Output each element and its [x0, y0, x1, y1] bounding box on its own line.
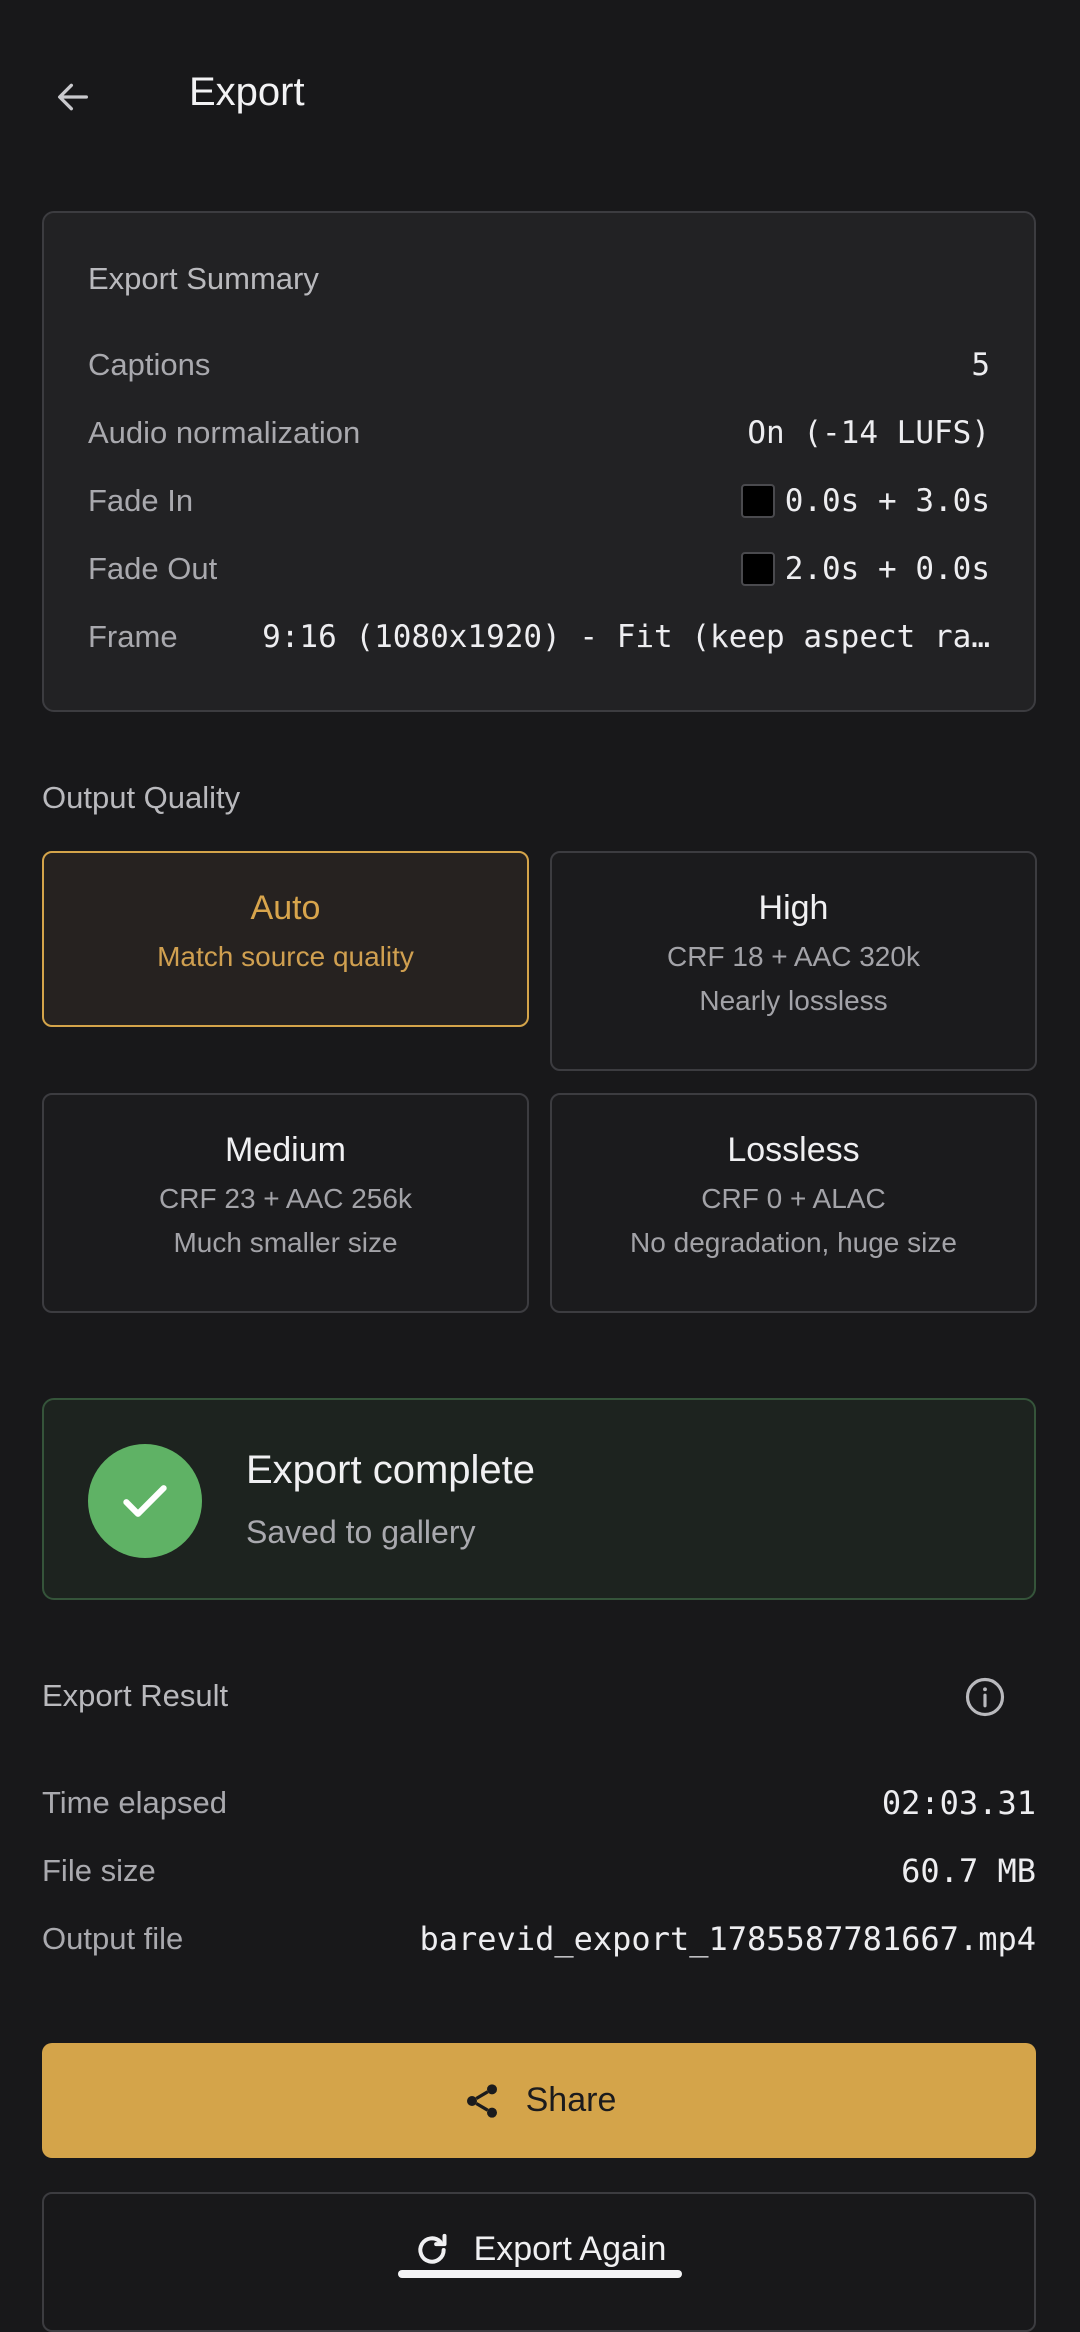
info-icon [965, 1677, 1005, 1717]
summary-label: Frame [88, 619, 178, 654]
quality-option-note: No degradation, huge size [630, 1227, 957, 1258]
summary-label: Audio normalization [88, 415, 361, 450]
quality-option-note: Much smaller size [173, 1227, 398, 1258]
result-label: Output file [42, 1921, 184, 1956]
check-icon [123, 1485, 167, 1517]
top-app-bar: Export [0, 0, 1080, 190]
export-summary-card: Export Summary Captions 5 Audio normaliz… [42, 211, 1036, 712]
summary-value: 2.0s + 0.0s [784, 551, 990, 587]
output-quality-label: Output Quality [42, 780, 241, 815]
result-label: File size [42, 1853, 156, 1888]
result-value: 60.7 MB [901, 1852, 1036, 1890]
arrow-left-icon [58, 83, 89, 111]
export-result-heading: Export Result [42, 1678, 229, 1713]
summary-label: Captions [88, 347, 211, 382]
fade-color-swatch [740, 484, 775, 518]
quality-option-detail: CRF 18 + AAC 320k [667, 941, 920, 972]
summary-value: On (-14 LUFS) [747, 415, 990, 451]
status-subtitle: Saved to gallery [246, 1514, 476, 1550]
summary-value: 0.0s + 3.0s [784, 483, 990, 519]
result-row-file-size: File size 60.7 MB [42, 1846, 1036, 1896]
quality-option-detail: CRF 0 + ALAC [701, 1183, 886, 1214]
summary-row-fade-in: Fade In 0.0s + 3.0s [88, 476, 990, 526]
result-row-output-file: Output file barevid_export_1785587781667… [42, 1914, 1036, 1964]
export-again-label: Export Again [473, 2230, 667, 2268]
quality-option-detail: Match source quality [157, 941, 414, 972]
info-button[interactable] [962, 1674, 1008, 1720]
quality-option-high[interactable]: High CRF 18 + AAC 320k Nearly lossless [550, 851, 1037, 1071]
summary-label: Fade Out [88, 551, 218, 586]
result-value: 02:03.31 [881, 1784, 1036, 1822]
quality-option-note: Nearly lossless [699, 985, 888, 1016]
quality-option-title: High [758, 889, 829, 927]
summary-value: 5 [971, 347, 990, 383]
home-indicator[interactable] [398, 2270, 682, 2278]
fade-color-swatch [740, 552, 775, 586]
page-title: Export [189, 70, 305, 114]
summary-row-audio-normalization: Audio normalization On (-14 LUFS) [88, 408, 990, 458]
quality-option-title: Auto [250, 889, 321, 927]
quality-option-medium[interactable]: Medium CRF 23 + AAC 256k Much smaller si… [42, 1093, 529, 1313]
quality-option-lossless[interactable]: Lossless CRF 0 + ALAC No degradation, hu… [550, 1093, 1037, 1313]
summary-heading: Export Summary [88, 261, 319, 296]
summary-row-fade-out: Fade Out 2.0s + 0.0s [88, 544, 990, 594]
share-button[interactable]: Share [42, 2043, 1036, 2158]
result-value: barevid_export_1785587781667.mp4 [419, 1920, 1037, 1958]
summary-value-wrap: 0.0s + 3.0s [740, 483, 990, 519]
quality-option-auto[interactable]: Auto Match source quality [42, 851, 529, 1027]
summary-value: 9:16 (1080x1920) - Fit (keep aspect ra… [262, 619, 990, 655]
result-row-time-elapsed: Time elapsed 02:03.31 [42, 1778, 1036, 1828]
refresh-icon [417, 2233, 447, 2264]
back-button[interactable] [42, 66, 104, 128]
result-label: Time elapsed [42, 1785, 227, 1820]
share-label: Share [525, 2081, 617, 2119]
share-icon [466, 2083, 497, 2118]
export-status-banner: Export complete Saved to gallery [42, 1398, 1036, 1600]
status-title: Export complete [246, 1448, 536, 1492]
success-badge [88, 1444, 202, 1558]
summary-label: Fade In [88, 483, 194, 518]
summary-value-wrap: 2.0s + 0.0s [740, 551, 990, 587]
export-again-button[interactable]: Export Again [42, 2192, 1036, 2332]
quality-option-detail: CRF 23 + AAC 256k [159, 1183, 412, 1214]
quality-option-title: Lossless [727, 1131, 860, 1169]
summary-row-frame: Frame 9:16 (1080x1920) - Fit (keep aspec… [88, 612, 990, 662]
quality-option-title: Medium [225, 1131, 346, 1169]
summary-row-captions: Captions 5 [88, 340, 990, 390]
